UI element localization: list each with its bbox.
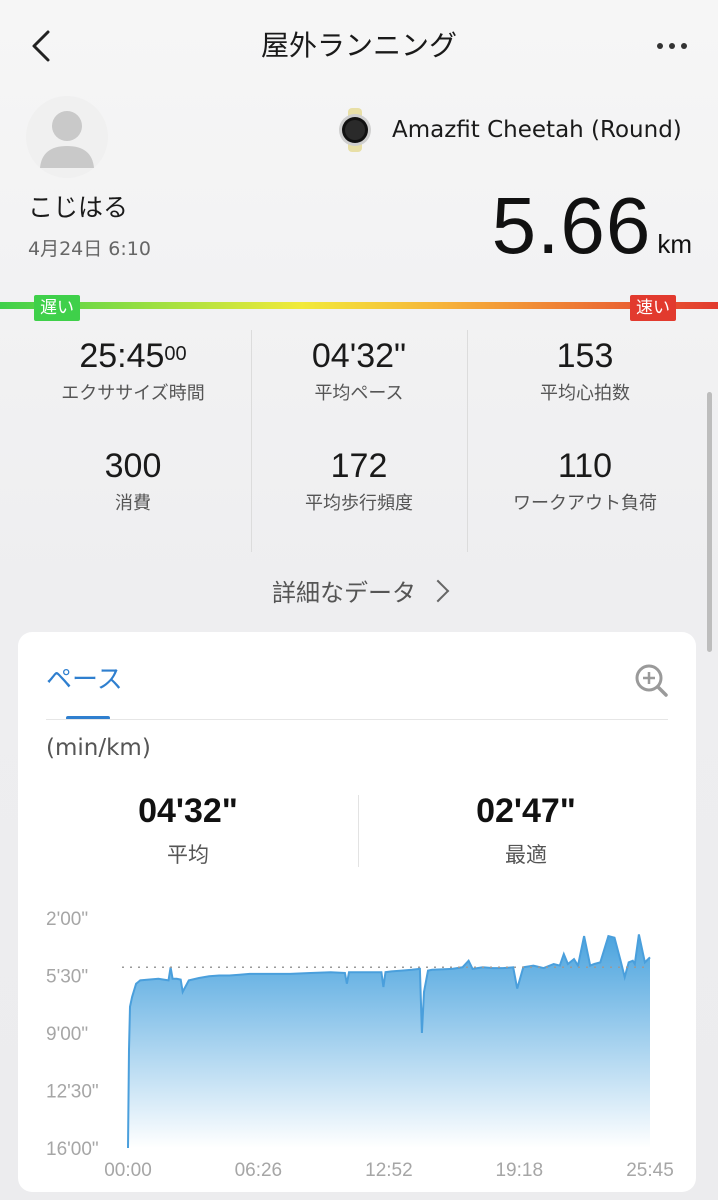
stat-avg-cadence: 172 平均歩行頻度	[244, 444, 474, 518]
y-tick-label: 16'00"	[46, 1139, 99, 1160]
x-tick-label: 00:00	[104, 1160, 152, 1181]
x-tick-label: 19:18	[495, 1160, 543, 1181]
y-tick-label: 2'00"	[46, 909, 88, 930]
avg-pace-value: 04'32"	[138, 792, 238, 830]
distance-value: 5.66	[491, 181, 652, 270]
stat-exercise-time: 25:4500 エクササイズ時間	[18, 334, 248, 408]
tab-divider	[46, 719, 668, 720]
summary-divider	[358, 795, 359, 867]
chevron-right-icon	[426, 579, 450, 603]
avatar[interactable]	[26, 96, 108, 178]
pace-chart-svg: 2'00" 5'30" 9'00" 12'30" 16'00"00:00 06:26 12:…	[46, 909, 674, 1181]
pace-unit-label: (min/km)	[46, 735, 151, 761]
tab-pace[interactable]: ペース	[46, 660, 123, 700]
distance-readout: 5.66 km	[400, 178, 692, 274]
device-name: Amazfit Cheetah (Round)	[392, 117, 682, 143]
slow-label: 遅い	[34, 295, 80, 321]
y-tick-label: 9'00"	[46, 1024, 88, 1045]
zoom-button[interactable]	[632, 661, 670, 699]
workout-datetime: 4月24日 6:10	[28, 238, 151, 260]
stat-workout-load: 110 ワークアウト負荷	[470, 444, 700, 518]
stat-value: 172	[330, 447, 388, 485]
distance-unit: km	[657, 229, 692, 259]
stat-label: 消費	[115, 493, 151, 514]
page-title: 屋外ランニング	[260, 29, 457, 62]
stat-label: ワークアウト負荷	[513, 493, 657, 514]
pace-chart: 2'00" 5'30" 9'00" 12'30" 16'00" 00:00 06:26 12:…	[46, 898, 676, 1188]
avg-pace-label: 平均	[167, 843, 209, 867]
x-tick-label: 25:45	[626, 1160, 674, 1181]
x-tick-label: 12:52	[365, 1160, 413, 1181]
stat-value-sub: 00	[164, 343, 187, 365]
best-pace-value: 02'47"	[476, 792, 576, 830]
watch-icon	[333, 108, 377, 152]
stat-value: 04'32"	[311, 337, 407, 375]
zoom-in-icon[interactable]	[632, 661, 670, 699]
pace-area	[128, 934, 650, 1148]
speed-gradient-bar	[0, 302, 718, 309]
stat-label: エクササイズ時間	[61, 383, 205, 404]
x-tick-label: 06:26	[235, 1160, 283, 1181]
best-pace-label: 最適	[505, 843, 547, 867]
scrollbar[interactable]	[707, 392, 712, 652]
more-horizontal-icon[interactable]	[650, 24, 694, 68]
stat-value: 153	[556, 337, 614, 375]
username: こじはる	[28, 193, 129, 222]
stat-label: 平均ペース	[314, 383, 404, 404]
stat-avg-pace: 04'32" 平均ペース	[244, 334, 474, 408]
user-silhouette-icon	[26, 96, 108, 178]
stat-value: 300	[104, 447, 162, 485]
stat-avg-heart-rate: 153 平均心拍数	[470, 334, 700, 408]
stat-label: 平均歩行頻度	[305, 493, 413, 514]
stat-value: 110	[557, 447, 613, 485]
details-link-label: 詳細なデータ	[272, 579, 416, 607]
y-tick-label: 5'30"	[46, 967, 88, 988]
y-tick-label: 12'30"	[46, 1082, 99, 1103]
stat-value: 25:45	[79, 337, 165, 375]
stats-divider	[467, 330, 468, 552]
stat-calories: 300 消費	[18, 444, 248, 518]
details-link[interactable]: 詳細なデータ	[0, 573, 718, 613]
stats-divider	[251, 330, 252, 552]
fast-label: 速い	[630, 295, 676, 321]
more-button[interactable]	[650, 24, 694, 68]
stat-label: 平均心拍数	[540, 383, 630, 404]
